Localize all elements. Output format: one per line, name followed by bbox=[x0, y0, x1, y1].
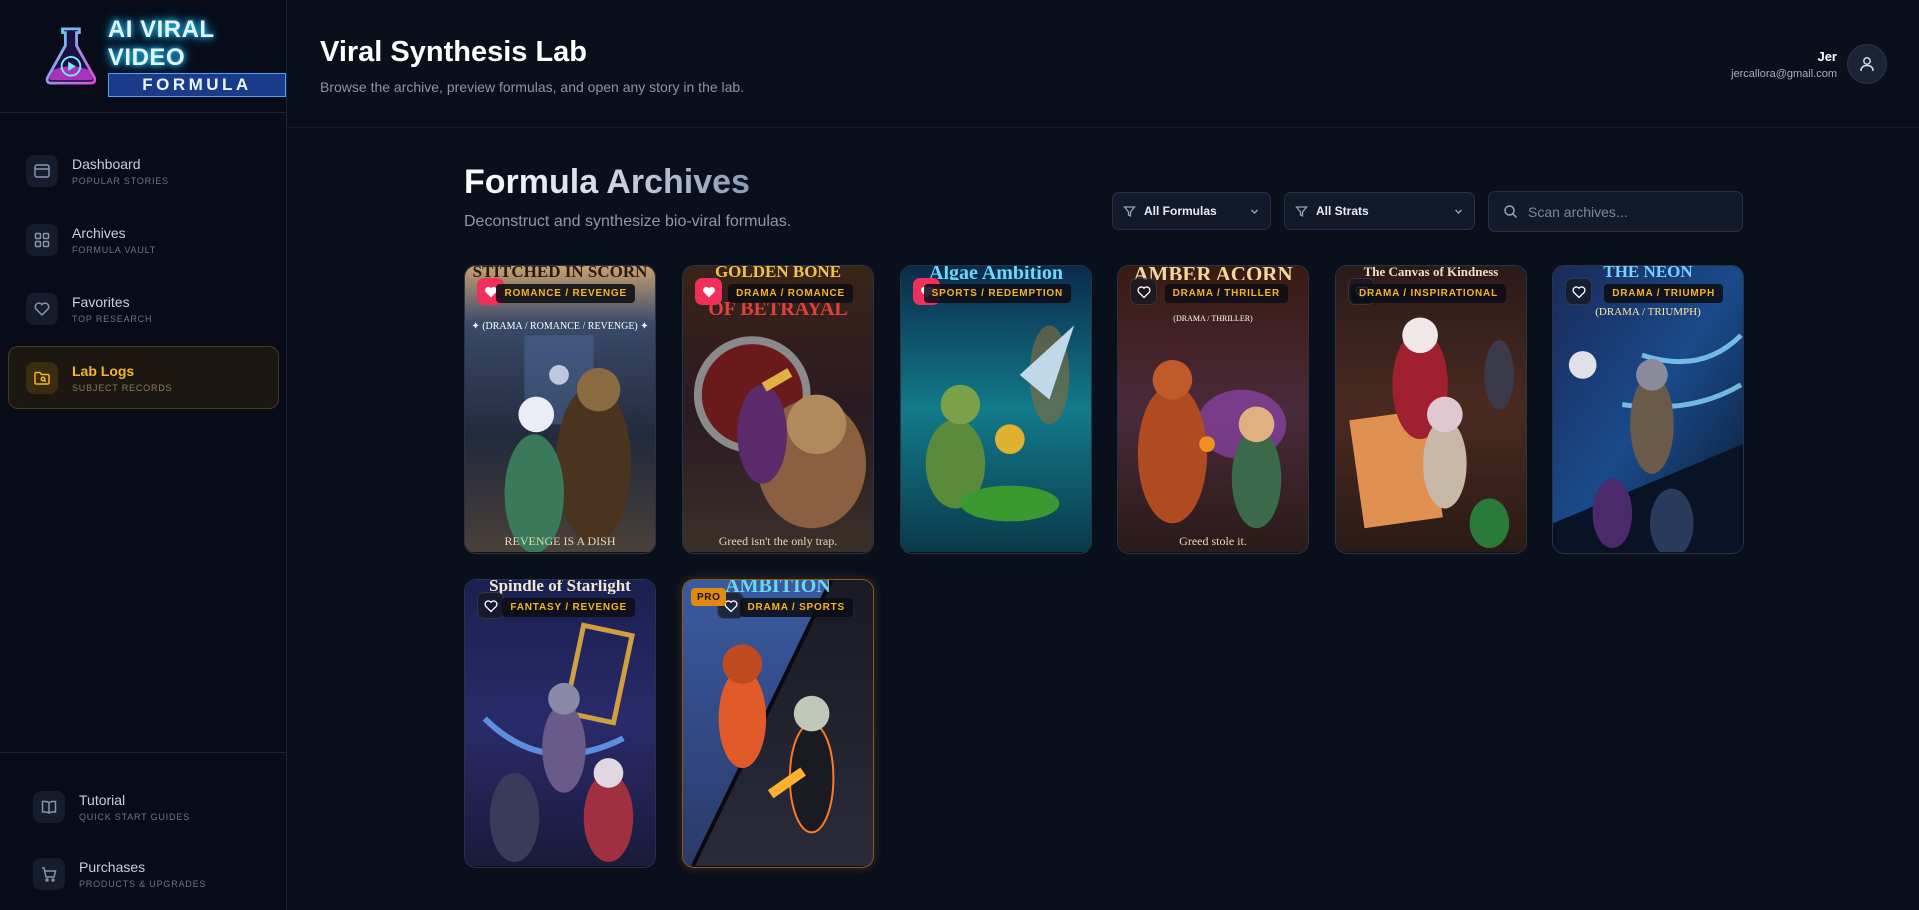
formula-card[interactable]: THE NEON (DRAMA / TRIUMPH) DRAMA / TRIUM… bbox=[1552, 265, 1744, 554]
card-artwork bbox=[1336, 266, 1526, 552]
formula-filter-dropdown[interactable]: All Formulas bbox=[1112, 192, 1271, 230]
heart-outline-icon bbox=[484, 599, 497, 612]
page-title: Viral Synthesis Lab bbox=[320, 36, 588, 68]
user-menu[interactable]: Jer jercallora@gmail.com bbox=[1731, 44, 1887, 84]
avatar[interactable] bbox=[1847, 44, 1887, 84]
genre-tag: DRAMA / ROMANCE bbox=[728, 284, 853, 303]
top-header: Viral Synthesis Lab Browse the archive, … bbox=[287, 0, 1919, 128]
sidebar-item-sublabel: PRODUCTS & UPGRADES bbox=[79, 879, 207, 889]
section-title: Formula Archives bbox=[464, 163, 750, 201]
search-input[interactable] bbox=[1528, 203, 1728, 220]
card-artwork bbox=[683, 580, 873, 866]
formula-card[interactable]: Spindle of Starlight FANTASY / REVENGE bbox=[464, 579, 656, 868]
formula-card[interactable]: GOLDEN BONE OF BETRAYAL Greed isn't the … bbox=[682, 265, 874, 554]
sidebar-item-label: Favorites bbox=[72, 293, 130, 310]
logo-title: AI VIRAL VIDEO bbox=[107, 15, 215, 71]
sidebar-item-purchases[interactable]: Purchases PRODUCTS & UPGRADES bbox=[16, 846, 271, 902]
sidebar-item-archives[interactable]: Archives FORMULA VAULT bbox=[8, 208, 279, 271]
strats-filter-dropdown[interactable]: All Strats bbox=[1284, 192, 1475, 230]
favorite-button[interactable] bbox=[695, 278, 722, 305]
browser-window-icon bbox=[26, 154, 58, 187]
card-art-subtitle: ✦ (DRAMA / ROMANCE / REVENGE) ✦ bbox=[471, 321, 649, 332]
sidebar-item-label: Archives bbox=[72, 224, 126, 241]
cart-icon bbox=[33, 858, 65, 890]
strats-filter-value: All Strats bbox=[1316, 204, 1369, 218]
heart-outline-icon bbox=[1137, 285, 1150, 298]
formula-card[interactable]: Algae Ambition SPORTS / REDEMPTION bbox=[900, 265, 1092, 554]
card-artwork bbox=[465, 580, 655, 866]
flask-logo-icon bbox=[45, 27, 97, 85]
grid-icon bbox=[26, 223, 58, 256]
card-art-subtitle: (DRAMA / THRILLER) bbox=[1173, 314, 1253, 323]
genre-tag: DRAMA / SPORTS bbox=[739, 598, 853, 617]
genre-tag: DRAMA / THRILLER bbox=[1164, 284, 1288, 303]
formula-card[interactable]: AMBER ACORN (DRAMA / THRILLER) Greed sto… bbox=[1117, 265, 1309, 554]
sidebar-item-sublabel: QUICK START GUIDES bbox=[79, 812, 190, 822]
folder-icon bbox=[26, 361, 58, 394]
heart-outline-icon bbox=[1572, 285, 1585, 298]
sidebar-item-sublabel: SUBJECT RECORDS bbox=[72, 382, 173, 393]
section-subtitle: Deconstruct and synthesize bio-viral for… bbox=[464, 213, 792, 230]
favorite-button[interactable] bbox=[477, 592, 504, 619]
sidebar-item-label: Tutorial bbox=[79, 792, 126, 808]
sidebar-item-dashboard[interactable]: Dashboard POPULAR STORIES bbox=[8, 139, 279, 202]
chevron-down-icon bbox=[1251, 209, 1258, 214]
app-logo[interactable]: AI VIRAL VIDEO FORMULA bbox=[42, 16, 286, 97]
search-box[interactable] bbox=[1488, 191, 1743, 232]
filter-icon bbox=[1295, 205, 1308, 217]
sidebar: AI VIRAL VIDEO FORMULA Dashboard POPULAR… bbox=[0, 0, 287, 910]
user-email: jercallora@gmail.com bbox=[1731, 67, 1837, 80]
card-artwork bbox=[901, 266, 1091, 552]
page-subtitle: Browse the archive, preview formulas, an… bbox=[320, 79, 745, 95]
heart-icon bbox=[26, 292, 58, 325]
sidebar-item-sublabel: FORMULA VAULT bbox=[72, 244, 157, 255]
chevron-down-icon bbox=[1455, 209, 1462, 214]
card-caption: Greed stole it. bbox=[1179, 534, 1247, 548]
filter-icon bbox=[1123, 205, 1136, 217]
card-artwork bbox=[465, 266, 655, 552]
genre-tag: FANTASY / REVENGE bbox=[502, 598, 635, 617]
sidebar-item-tutorial[interactable]: Tutorial QUICK START GUIDES bbox=[16, 779, 271, 835]
card-artwork bbox=[1118, 266, 1308, 552]
sidebar-item-label: Purchases bbox=[79, 859, 146, 875]
genre-tag: SPORTS / REDEMPTION bbox=[923, 284, 1071, 303]
genre-tag: ROMANCE / REVENGE bbox=[496, 284, 635, 303]
logo-area: AI VIRAL VIDEO FORMULA bbox=[0, 0, 286, 113]
sidebar-item-label: Dashboard bbox=[72, 155, 141, 172]
sidebar-item-sublabel: POPULAR STORIES bbox=[72, 175, 169, 186]
formula-card[interactable]: AMBITION PRO DRAMA / SPORTS bbox=[682, 579, 874, 868]
card-art-subtitle: (DRAMA / TRIUMPH) bbox=[1595, 306, 1701, 318]
sidebar-bottom-nav: Tutorial QUICK START GUIDES Purchases PR… bbox=[0, 752, 287, 910]
sidebar-item-sublabel: TOP RESEARCH bbox=[72, 313, 153, 324]
favorite-button[interactable] bbox=[1565, 278, 1592, 305]
genre-tag: DRAMA / INSPIRATIONAL bbox=[1350, 284, 1506, 303]
card-caption: Greed isn't the only trap. bbox=[718, 534, 838, 548]
heart-filled-icon bbox=[484, 286, 497, 297]
genre-tag: DRAMA / TRIUMPH bbox=[1604, 284, 1723, 303]
formula-filter-value: All Formulas bbox=[1144, 204, 1217, 218]
formula-card[interactable]: STITCHED IN SCORN ✦ (DRAMA / ROMANCE / R… bbox=[464, 265, 656, 554]
user-name: Jer bbox=[1817, 48, 1837, 64]
formula-card[interactable]: The Canvas of Kindness DRAMA / INSPIRATI… bbox=[1335, 265, 1527, 554]
pro-badge: PRO bbox=[691, 588, 727, 606]
sidebar-item-lab-logs[interactable]: Lab Logs SUBJECT RECORDS bbox=[8, 346, 279, 409]
user-icon bbox=[1860, 57, 1874, 72]
favorite-button[interactable] bbox=[1130, 278, 1157, 305]
sidebar-item-label: Lab Logs bbox=[72, 362, 135, 379]
sidebar-item-favorites[interactable]: Favorites TOP RESEARCH bbox=[8, 277, 279, 340]
heart-filled-icon bbox=[702, 286, 715, 297]
logo-subtitle: FORMULA bbox=[107, 72, 286, 97]
card-caption: REVENGE IS A DISH bbox=[504, 534, 616, 548]
book-icon bbox=[33, 791, 65, 823]
search-icon bbox=[1504, 205, 1518, 219]
sidebar-nav: Dashboard POPULAR STORIES Archives FORMU… bbox=[8, 139, 279, 415]
